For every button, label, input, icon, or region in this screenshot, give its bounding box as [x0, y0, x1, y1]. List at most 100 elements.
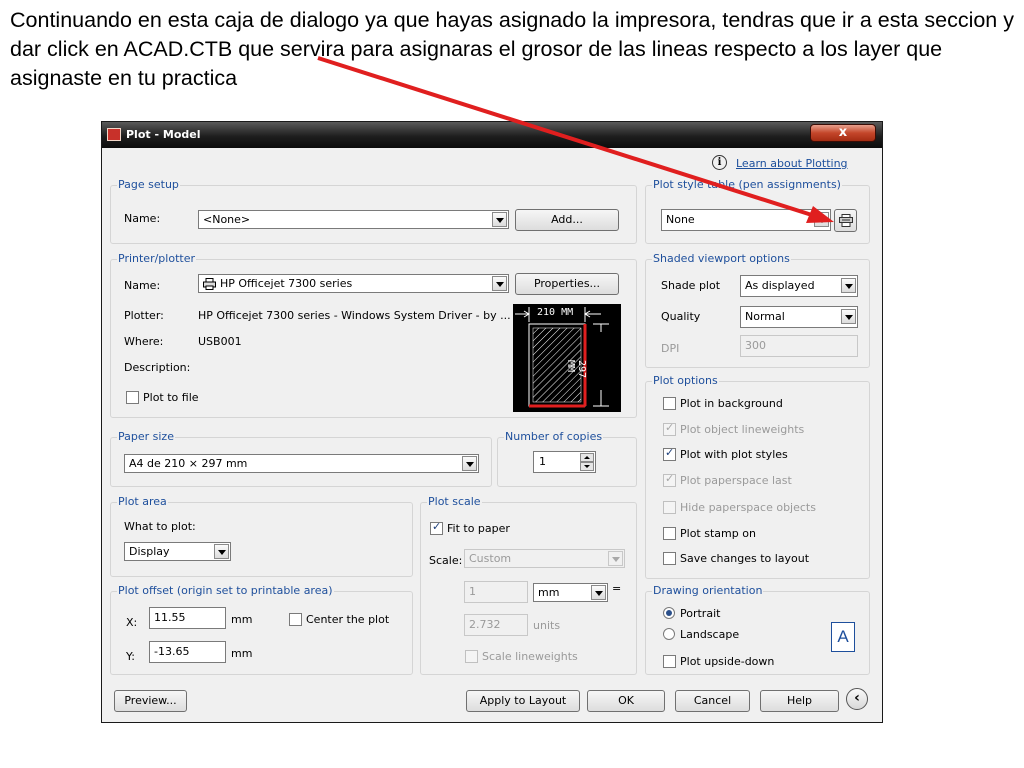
- learn-about-plotting-link[interactable]: Learn about Plotting: [736, 157, 848, 170]
- plot-in-background-label: Plot in background: [680, 397, 783, 410]
- portrait-label: Portrait: [680, 607, 721, 620]
- plot-stamp-on-checkbox[interactable]: [663, 527, 676, 540]
- plot-to-file-checkbox[interactable]: [126, 391, 139, 404]
- scale-paper-units-input[interactable]: 1: [464, 581, 528, 603]
- paper-height-text: 297 MM: [565, 360, 587, 379]
- paper-size-select[interactable]: A4 de 210 × 297 mm: [124, 454, 479, 473]
- scale-select[interactable]: Custom: [464, 549, 625, 568]
- plot-area-group: Plot area What to plot: Display: [110, 495, 413, 577]
- quality-value: Normal: [745, 310, 785, 323]
- page-setup-name-label: Name:: [124, 212, 161, 225]
- plot-object-lineweights-checkbox[interactable]: [663, 421, 676, 436]
- plot-style-table-legend: Plot style table (pen assignments): [652, 178, 842, 191]
- landscape-radio[interactable]: [663, 628, 675, 640]
- title-bar[interactable]: Plot - Model x: [102, 122, 882, 148]
- page-setup-group: Page setup Name: <None> Add...: [110, 178, 637, 244]
- center-the-plot-label: Center the plot: [306, 613, 390, 626]
- chevron-down-icon[interactable]: [462, 456, 477, 471]
- x-offset-input[interactable]: 11.55: [149, 607, 226, 629]
- plot-style-table-select[interactable]: None: [661, 209, 831, 231]
- help-button[interactable]: Help: [760, 690, 839, 712]
- paper-size-legend: Paper size: [117, 430, 175, 443]
- chevron-down-icon[interactable]: [841, 278, 856, 293]
- printer-name-value: HP Officejet 7300 series: [220, 277, 353, 290]
- quality-select[interactable]: Normal: [740, 306, 858, 328]
- drawing-orientation-group: Drawing orientation Portrait Landscape P…: [645, 584, 870, 675]
- equals-sign: =: [612, 582, 622, 595]
- scale-unit-select[interactable]: mm: [533, 583, 608, 602]
- chevron-down-icon[interactable]: [608, 551, 623, 566]
- page-setup-name-select[interactable]: <None>: [198, 210, 509, 229]
- plot-style-edit-icon: [839, 214, 853, 227]
- plot-options-group: Plot options Plot in background Plot obj…: [645, 374, 870, 579]
- chevron-down-icon[interactable]: [591, 585, 606, 600]
- center-the-plot-checkbox[interactable]: [289, 613, 302, 626]
- hide-paperspace-objects-label: Hide paperspace objects: [680, 501, 816, 514]
- x-label: X:: [126, 616, 138, 629]
- plot-offset-group: Plot offset (origin set to printable are…: [110, 584, 413, 675]
- chevron-down-icon[interactable]: [814, 212, 829, 227]
- shade-plot-select[interactable]: As displayed: [740, 275, 858, 297]
- copies-stepper[interactable]: 1: [533, 451, 596, 473]
- properties-button[interactable]: Properties...: [515, 273, 619, 295]
- scale-lineweights-checkbox[interactable]: [465, 650, 478, 663]
- scale-lineweights-label: Scale lineweights: [482, 650, 578, 663]
- where-value: USB001: [198, 335, 242, 348]
- units-label: units: [533, 619, 561, 632]
- plot-dialog: Plot - Model x i Learn about Plotting Pa…: [101, 121, 883, 723]
- printer-name-select[interactable]: HP Officejet 7300 series: [198, 274, 509, 293]
- drawing-orientation-legend: Drawing orientation: [652, 584, 764, 597]
- paper-size-group: Paper size A4 de 210 × 297 mm: [110, 430, 492, 487]
- dpi-label: DPI: [661, 342, 680, 355]
- y-label: Y:: [126, 650, 135, 663]
- save-changes-to-layout-checkbox[interactable]: [663, 552, 676, 565]
- plotter-label: Plotter:: [124, 309, 164, 322]
- plot-paperspace-last-label: Plot paperspace last: [680, 474, 792, 487]
- plot-in-background-checkbox[interactable]: [663, 397, 676, 410]
- chevron-down-icon[interactable]: [492, 212, 507, 227]
- hide-paperspace-objects-checkbox[interactable]: [663, 501, 676, 514]
- printer-plotter-group: Printer/plotter Name: HP Officejet 7300 …: [110, 252, 637, 418]
- chevron-down-icon[interactable]: [841, 309, 856, 324]
- autocad-app-icon: [107, 128, 121, 141]
- y-offset-input[interactable]: -13.65: [149, 641, 226, 663]
- plotter-value: HP Officejet 7300 series - Windows Syste…: [198, 309, 511, 322]
- add-button[interactable]: Add...: [515, 209, 619, 231]
- cancel-button[interactable]: Cancel: [675, 690, 750, 712]
- what-to-plot-select[interactable]: Display: [124, 542, 231, 561]
- plot-stamp-on-label: Plot stamp on: [680, 527, 756, 540]
- printer-plotter-legend: Printer/plotter: [117, 252, 196, 265]
- chevron-down-icon[interactable]: [492, 276, 507, 291]
- plot-upside-down-checkbox[interactable]: [663, 655, 676, 668]
- collapse-options-icon[interactable]: ‹: [846, 688, 868, 710]
- plot-scale-group: Plot scale Fit to paper Scale: Custom 1 …: [420, 495, 637, 675]
- plot-offset-legend: Plot offset (origin set to printable are…: [117, 584, 334, 597]
- shade-plot-label: Shade plot: [661, 279, 721, 292]
- scale-unit-value: mm: [538, 586, 560, 599]
- apply-to-layout-button[interactable]: Apply to Layout: [466, 690, 580, 712]
- edit-plot-style-button[interactable]: [834, 209, 857, 232]
- spin-down-icon[interactable]: [580, 462, 594, 471]
- close-button[interactable]: x: [810, 124, 876, 142]
- quality-label: Quality: [661, 310, 701, 323]
- paper-width-text: 210 MM: [537, 307, 574, 318]
- paper-preview: 210 MM 297 MM: [513, 304, 621, 412]
- dpi-input[interactable]: 300: [740, 335, 858, 357]
- spin-up-icon[interactable]: [580, 453, 594, 462]
- plot-with-plot-styles-checkbox[interactable]: [663, 446, 676, 461]
- number-of-copies-legend: Number of copies: [504, 430, 604, 443]
- instruction-caption: Continuando en esta caja de dialogo ya q…: [10, 8, 1014, 90]
- chevron-down-icon[interactable]: [214, 544, 229, 559]
- ok-button[interactable]: OK: [587, 690, 665, 712]
- scale-drawing-units-input[interactable]: 2.732: [464, 614, 528, 636]
- fit-to-paper-checkbox[interactable]: [430, 520, 443, 535]
- portrait-radio[interactable]: [663, 607, 675, 619]
- preview-button[interactable]: Preview...: [114, 690, 187, 712]
- page-setup-name-value: <None>: [203, 213, 251, 226]
- plot-with-plot-styles-label: Plot with plot styles: [680, 448, 788, 461]
- orientation-preview-icon: A: [831, 622, 855, 652]
- description-label: Description:: [124, 361, 191, 374]
- plot-paperspace-last-checkbox[interactable]: [663, 472, 676, 487]
- paper-size-value: A4 de 210 × 297 mm: [129, 457, 248, 470]
- what-to-plot-value: Display: [129, 545, 170, 558]
